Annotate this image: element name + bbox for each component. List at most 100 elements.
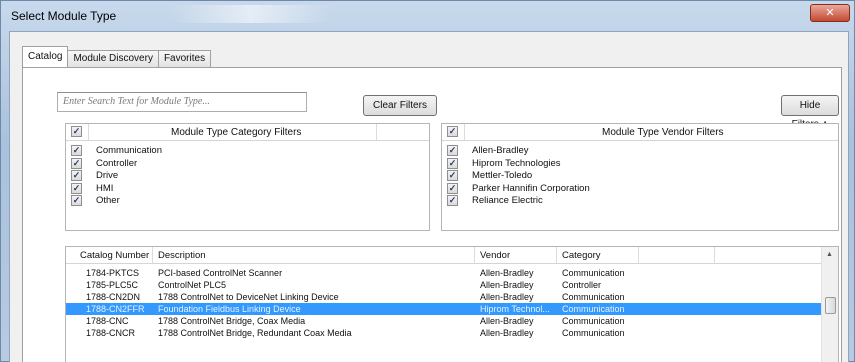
description-cell: 1788 ControlNet Bridge, Redundant Coax M…	[158, 328, 352, 338]
header-divider	[88, 124, 89, 140]
catalog-number-cell: 1788-CNC	[86, 316, 129, 326]
table-row[interactable]: 1788-CNC 1788 ControlNet Bridge, Coax Me…	[66, 315, 822, 327]
description-cell: PCI-based ControlNet Scanner	[158, 268, 283, 278]
close-button[interactable]: ✕	[810, 4, 850, 22]
checkbox[interactable]: ✓	[71, 170, 82, 181]
filter-label: Drive	[96, 170, 119, 181]
select-module-type-dialog: Select Module Type ✕ Catalog Module Disc…	[0, 0, 855, 362]
table-row[interactable]: 1784-PKTCS PCI-based ControlNet Scanner …	[66, 267, 822, 279]
catalog-number-cell: 1785-PLC5C	[86, 280, 139, 290]
category-cell: Communication	[562, 292, 625, 302]
column-divider[interactable]	[152, 247, 153, 263]
module-catalog-table: Catalog Number Description Vendor Catego…	[65, 246, 839, 362]
category-filters-title: Module Type Category Filters	[171, 127, 302, 138]
filter-label: Communication	[96, 145, 162, 156]
checkbox[interactable]: ✓	[447, 182, 458, 194]
table-row[interactable]: 1785-PLC5C ControlNet PLC5 Allen-Bradley…	[66, 279, 822, 291]
tab-module-discovery[interactable]: Module Discovery	[67, 50, 159, 67]
column-divider[interactable]	[474, 247, 475, 263]
checkbox[interactable]: ✓	[71, 157, 82, 169]
table-row-selected[interactable]: 1788-CN2FFR Foundation Fieldbus Linking …	[66, 303, 822, 315]
filter-label: HMI	[96, 182, 114, 194]
table-header: Catalog Number Description Vendor Catego…	[66, 247, 822, 264]
hide-filters-button[interactable]: Hide Filters⋀	[781, 95, 839, 130]
description-cell: 1788 ControlNet to DeviceNet Linking Dev…	[158, 292, 339, 302]
vendor-filter-allen-bradley[interactable]: ✓ Allen-Bradley	[442, 144, 838, 157]
description-cell: Foundation Fieldbus Linking Device	[158, 304, 301, 314]
filter-label: Mettler-Toledo	[472, 170, 533, 181]
dialog-body: Catalog Module Discovery Favorites Enter…	[9, 31, 849, 362]
table-row[interactable]: 1788-CN2DN 1788 ControlNet to DeviceNet …	[66, 291, 822, 303]
tab-favorites[interactable]: Favorites	[157, 50, 212, 67]
scroll-up-arrow-icon[interactable]: ▲	[826, 251, 833, 258]
module-search-input[interactable]: Enter Search Text for Module Type...	[57, 92, 307, 112]
catalog-number-cell: 1788-CN2FFR	[86, 304, 145, 314]
title-bar-glare	[171, 5, 331, 23]
filter-label: Controller	[96, 157, 138, 169]
catalog-number-cell: 1788-CNCR	[86, 328, 136, 338]
category-filter-other[interactable]: ✓ Other	[66, 194, 429, 207]
window-title: Select Module Type	[11, 9, 117, 23]
category-filter-controller[interactable]: ✓ Controller	[66, 157, 429, 170]
table-row[interactable]: 1788-CNCR 1788 ControlNet Bridge, Redund…	[66, 327, 822, 339]
description-cell: ControlNet PLC5	[158, 280, 227, 290]
catalog-number-cell: 1784-PKTCS	[86, 268, 140, 278]
category-cell: Communication	[562, 316, 625, 326]
vendor-cell: Allen-Bradley	[480, 292, 534, 302]
title-bar[interactable]: Select Module Type ✕	[1, 1, 855, 31]
vendor-filters-title: Module Type Vendor Filters	[602, 127, 724, 138]
table-vertical-scrollbar[interactable]: ▲	[821, 247, 838, 362]
header-divider	[376, 124, 377, 140]
checkbox[interactable]: ✓	[447, 157, 458, 169]
filter-label: Hiprom Technologies	[472, 157, 561, 169]
column-divider[interactable]	[556, 247, 557, 263]
category-cell: Communication	[562, 328, 625, 338]
category-filter-communication[interactable]: ✓ Communication	[66, 144, 429, 157]
category-cell: Communication	[562, 268, 625, 278]
vendor-cell: Allen-Bradley	[480, 268, 534, 278]
category-filter-drive[interactable]: ✓ Drive	[66, 169, 429, 182]
checkbox[interactable]: ✓	[71, 145, 82, 156]
vendor-cell: Allen-Bradley	[480, 328, 534, 338]
catalog-number-cell: 1788-CN2DN	[86, 292, 141, 302]
category-cell: Communication	[562, 304, 625, 314]
checkbox[interactable]: ✓	[447, 195, 458, 206]
checkbox[interactable]: ✓	[71, 195, 82, 206]
vendor-select-all-checkbox[interactable]: ✓	[447, 126, 458, 137]
checkbox[interactable]: ✓	[447, 145, 458, 156]
filter-label: Reliance Electric	[472, 195, 543, 206]
vendor-cell: Allen-Bradley	[480, 316, 534, 326]
category-filter-hmi[interactable]: ✓ HMI	[66, 182, 429, 195]
column-header-category[interactable]: Category	[562, 250, 601, 261]
clear-filters-button[interactable]: Clear Filters	[363, 95, 437, 116]
column-header-description[interactable]: Description	[158, 250, 206, 261]
column-divider[interactable]	[638, 247, 639, 263]
vendor-filters-header: ✓ Module Type Vendor Filters	[442, 124, 838, 141]
close-icon: ✕	[825, 7, 835, 19]
catalog-tab-panel: Enter Search Text for Module Type... Cle…	[22, 67, 842, 362]
vendor-filter-parker-hannifin[interactable]: ✓ Parker Hannifin Corporation	[442, 182, 838, 195]
vendor-filter-hiprom[interactable]: ✓ Hiprom Technologies	[442, 157, 838, 170]
category-filters-list: ✓ Module Type Category Filters ✓ Communic…	[65, 123, 430, 231]
filter-label: Allen-Bradley	[472, 145, 529, 156]
category-filters-header: ✓ Module Type Category Filters	[66, 124, 429, 141]
column-divider[interactable]	[714, 247, 715, 263]
filter-label: Other	[96, 195, 120, 206]
vendor-cell: Allen-Bradley	[480, 280, 534, 290]
vendor-filter-mettler-toledo[interactable]: ✓ Mettler-Toledo	[442, 169, 838, 182]
vendor-filter-reliance-electric[interactable]: ✓ Reliance Electric	[442, 194, 838, 207]
checkbox[interactable]: ✓	[447, 170, 458, 181]
description-cell: 1788 ControlNet Bridge, Coax Media	[158, 316, 306, 326]
column-header-vendor[interactable]: Vendor	[480, 250, 510, 261]
category-select-all-checkbox[interactable]: ✓	[71, 126, 82, 137]
checkbox[interactable]: ✓	[71, 182, 82, 194]
column-header-catalog-number[interactable]: Catalog Number	[80, 250, 149, 261]
header-divider	[464, 124, 465, 140]
category-cell: Controller	[562, 280, 602, 290]
tab-strip: Catalog Module Discovery Favorites	[22, 46, 212, 68]
tab-catalog[interactable]: Catalog	[22, 46, 69, 67]
vendor-filters-list: ✓ Module Type Vendor Filters ✓ Allen-Brad…	[441, 123, 839, 231]
filter-label: Parker Hannifin Corporation	[472, 182, 590, 194]
scrollbar-thumb[interactable]	[825, 297, 836, 314]
vendor-cell: Hiprom Technol...	[480, 304, 550, 314]
